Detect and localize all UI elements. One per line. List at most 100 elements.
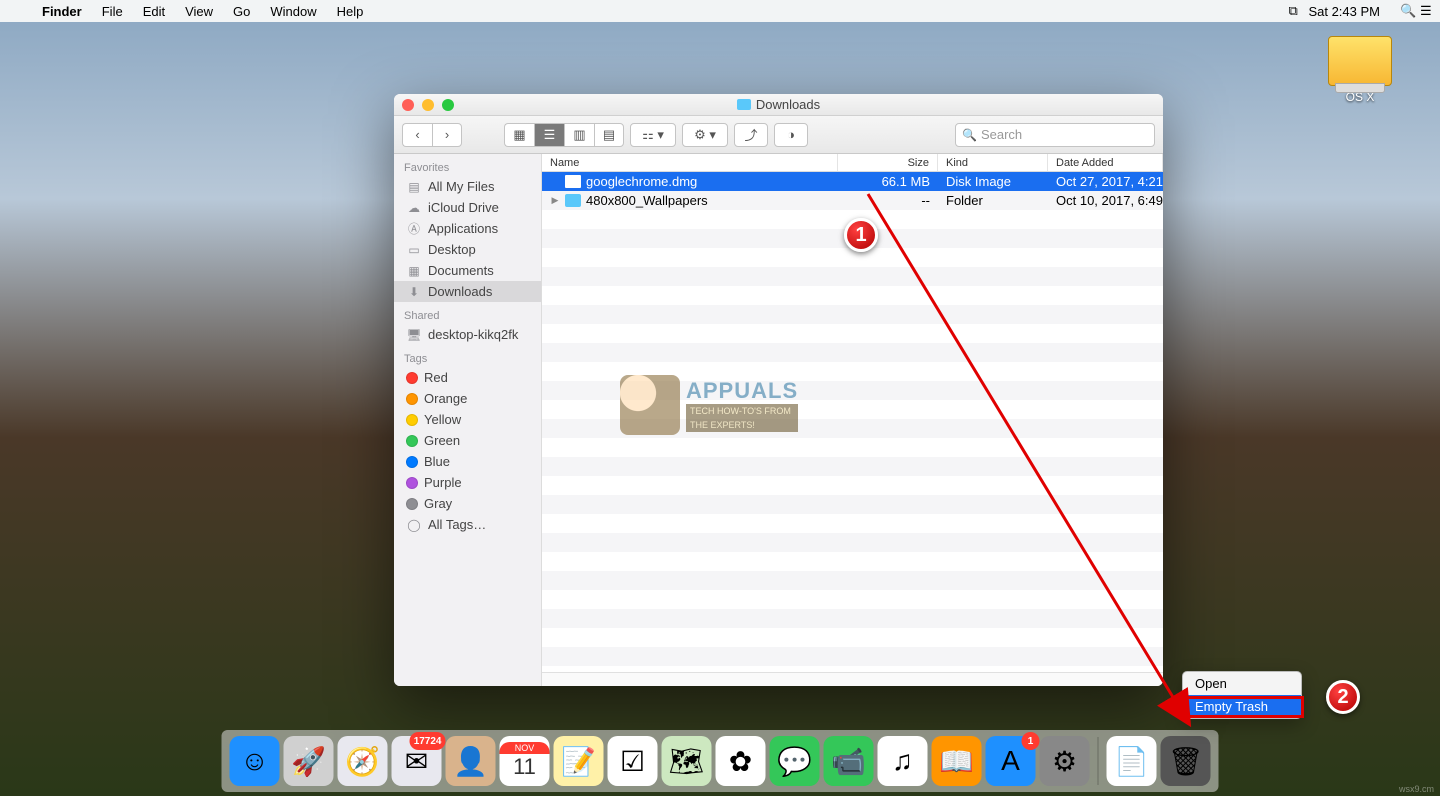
disclosure-triangle[interactable]: ▶ — [550, 195, 560, 206]
sidebar-tag-blue[interactable]: Blue — [394, 451, 541, 472]
dock-photos[interactable]: ✿ — [716, 736, 766, 786]
tags-button[interactable]: ◑ — [774, 123, 808, 147]
sidebar-item-downloads[interactable]: ⬇Downloads — [394, 281, 541, 302]
folder-icon — [737, 99, 751, 110]
airplay-icon[interactable]: ⧉ — [1278, 3, 1298, 19]
dock-preferences[interactable]: ⚙ — [1040, 736, 1090, 786]
dock-finder[interactable]: ☺ — [230, 736, 280, 786]
col-kind[interactable]: Kind — [938, 154, 1048, 171]
sidebar-icon: ▤ — [406, 180, 422, 194]
sidebar-icon: ☁ — [406, 201, 422, 215]
empty-row — [542, 305, 1163, 324]
dock-reminders[interactable]: ☑ — [608, 736, 658, 786]
dock-document[interactable]: 📄 — [1107, 736, 1157, 786]
menu-edit[interactable]: Edit — [133, 4, 175, 19]
file-name: googlechrome.dmg — [586, 174, 697, 189]
sidebar-item-applications[interactable]: ⒶApplications — [394, 218, 541, 239]
dock-messages[interactable]: 💬 — [770, 736, 820, 786]
drive-icon — [1328, 36, 1392, 86]
action-button[interactable]: ⚙ ▾ — [682, 123, 728, 147]
dock-ibooks[interactable]: 📖 — [932, 736, 982, 786]
col-name[interactable]: Name — [542, 154, 838, 171]
menu-view[interactable]: View — [175, 4, 223, 19]
window-minimize[interactable] — [422, 99, 434, 111]
dock-launchpad[interactable]: 🚀 — [284, 736, 334, 786]
col-size[interactable]: Size — [838, 154, 938, 171]
sidebar-item-all-my-files[interactable]: ▤All My Files — [394, 176, 541, 197]
col-date[interactable]: Date Added — [1048, 154, 1163, 171]
share-button[interactable]: ⤴ — [734, 123, 768, 147]
menu-help[interactable]: Help — [327, 4, 374, 19]
file-row[interactable]: googlechrome.dmg66.1 MBDisk ImageOct 27,… — [542, 172, 1163, 191]
dock-notes[interactable]: 📝 — [554, 736, 604, 786]
sidebar-tag-orange[interactable]: Orange — [394, 388, 541, 409]
dock-maps[interactable]: 🗺 — [662, 736, 712, 786]
desktop-drive[interactable]: OS X — [1320, 36, 1400, 104]
arrange-button[interactable]: ⚏ ▾ — [630, 123, 676, 147]
view-icons[interactable]: ▦ — [504, 123, 534, 147]
empty-row — [542, 343, 1163, 362]
reminders-icon: ☑ — [620, 745, 645, 778]
sidebar-shared-desktop-kikq2fk[interactable]: 🖥desktop-kikq2fk — [394, 324, 541, 345]
tag-dot-icon — [406, 456, 418, 468]
dock-itunes[interactable]: ♫ — [878, 736, 928, 786]
launchpad-icon: 🚀 — [291, 745, 326, 778]
file-row[interactable]: ▶480x800_Wallpapers--FolderOct 10, 2017,… — [542, 191, 1163, 210]
sidebar-all-tags[interactable]: ◯ All Tags… — [394, 514, 541, 535]
sidebar-tag-yellow[interactable]: Yellow — [394, 409, 541, 430]
watermark-tag2: THE EXPERTS! — [686, 418, 798, 432]
view-gallery[interactable]: ▤ — [594, 123, 624, 147]
sidebar-item-label: Desktop — [428, 242, 476, 257]
sidebar-tag-purple[interactable]: Purple — [394, 472, 541, 493]
clock[interactable]: Sat 2:43 PM — [1298, 4, 1390, 19]
dock-mail[interactable]: ✉17724 — [392, 736, 442, 786]
messages-icon: 💬 — [777, 745, 812, 778]
dock-contacts[interactable]: 👤 — [446, 736, 496, 786]
menu-file[interactable]: File — [92, 4, 133, 19]
trash-icon: 🗑 — [1168, 745, 1204, 778]
facetime-icon: 📹 — [831, 745, 866, 778]
notification-center-icon[interactable]: ☰ — [1410, 3, 1430, 19]
menu-window[interactable]: Window — [260, 4, 326, 19]
sidebar-item-label: iCloud Drive — [428, 200, 499, 215]
window-close[interactable] — [402, 99, 414, 111]
app-menu[interactable]: Finder — [32, 4, 92, 19]
safari-icon: 🧭 — [345, 745, 380, 778]
nav-back[interactable]: ‹ — [402, 123, 432, 147]
titlebar[interactable]: Downloads — [394, 94, 1163, 116]
empty-row — [542, 324, 1163, 343]
empty-row — [542, 552, 1163, 571]
dock-safari[interactable]: 🧭 — [338, 736, 388, 786]
sidebar-item-documents[interactable]: ▦Documents — [394, 260, 541, 281]
sidebar: Favorites ▤All My Files☁iCloud DriveⒶApp… — [394, 154, 542, 686]
nav-forward[interactable]: › — [432, 123, 462, 147]
menu-go[interactable]: Go — [223, 4, 260, 19]
spotlight-icon[interactable]: 🔍 — [1390, 3, 1410, 19]
empty-row — [542, 590, 1163, 609]
notes-icon: 📝 — [561, 745, 596, 778]
dock-calendar[interactable]: NOV11 — [500, 736, 550, 786]
ctx-open[interactable]: Open — [1183, 672, 1301, 695]
sidebar-tag-red[interactable]: Red — [394, 367, 541, 388]
contacts-icon: 👤 — [453, 745, 488, 778]
annotation-badge-2: 2 — [1326, 680, 1360, 714]
horizontal-scrollbar[interactable] — [542, 672, 1163, 686]
watermark-brand: APPUALS — [686, 378, 798, 404]
toolbar: ‹ › ▦ ☰ ▥ ▤ ⚏ ▾ ⚙ ▾ ⤴ ◑ 🔍 Search — [394, 116, 1163, 154]
sidebar-tag-gray[interactable]: Gray — [394, 493, 541, 514]
annotation-badge-1: 1 — [844, 218, 878, 252]
sidebar-tag-green[interactable]: Green — [394, 430, 541, 451]
search-field[interactable]: 🔍 Search — [955, 123, 1155, 147]
window-zoom[interactable] — [442, 99, 454, 111]
finder-icon: ☺ — [240, 745, 269, 777]
dock-facetime[interactable]: 📹 — [824, 736, 874, 786]
sidebar-item-desktop[interactable]: ▭Desktop — [394, 239, 541, 260]
photos-icon: ✿ — [729, 745, 752, 778]
dock-appstore[interactable]: A1 — [986, 736, 1036, 786]
view-columns[interactable]: ▥ — [564, 123, 594, 147]
all-tags-icon: ◯ — [406, 518, 422, 532]
view-list[interactable]: ☰ — [534, 123, 564, 147]
file-kind: Folder — [938, 193, 1048, 208]
sidebar-item-icloud-drive[interactable]: ☁ iCloud Drive — [394, 197, 541, 218]
dock-trash[interactable]: 🗑 — [1161, 736, 1211, 786]
